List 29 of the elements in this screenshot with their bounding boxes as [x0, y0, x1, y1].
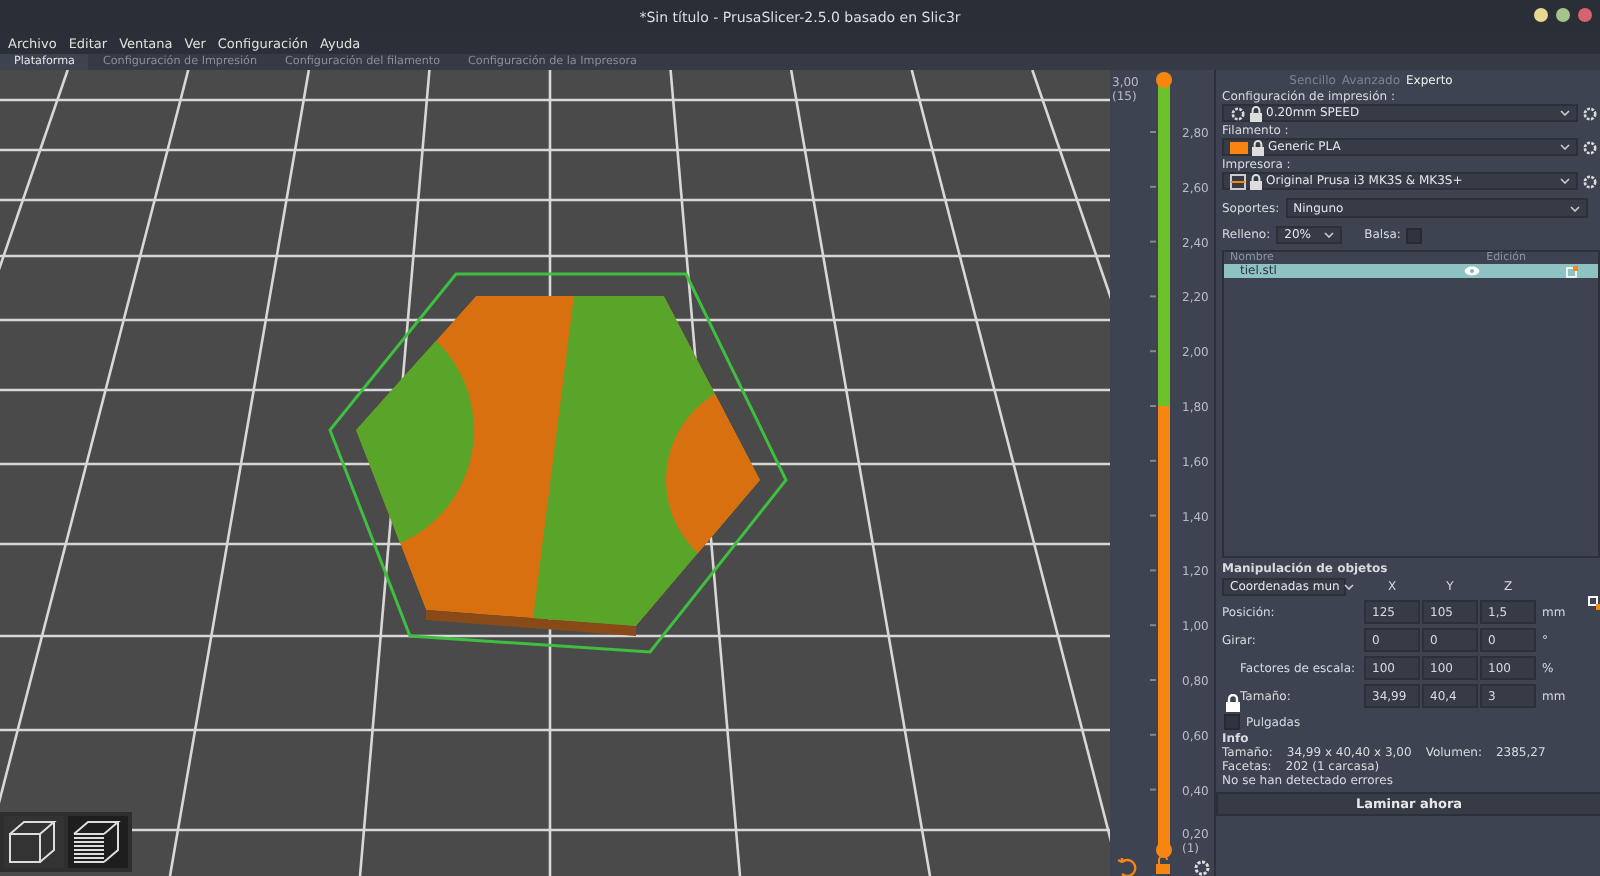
settings-icon[interactable]	[1582, 173, 1598, 189]
layers-view-icon[interactable]	[68, 816, 128, 868]
minimize-button[interactable]	[1534, 8, 1548, 22]
undo-icon[interactable]	[1116, 856, 1137, 876]
lock-icon[interactable]	[1226, 694, 1240, 712]
caret-icon	[1324, 232, 1335, 238]
printer-icon	[1230, 173, 1246, 189]
caret-icon	[1560, 144, 1570, 150]
brim-checkbox[interactable]	[1406, 227, 1423, 243]
caret-icon	[1560, 110, 1570, 116]
maximize-button[interactable]	[1556, 8, 1570, 22]
lower-slider-handle[interactable]	[1156, 842, 1172, 858]
settings-icon[interactable]	[1582, 105, 1598, 121]
lock-icon	[1252, 139, 1264, 155]
drop-to-bed-icon[interactable]	[1588, 596, 1600, 610]
inches-checkbox[interactable]	[1224, 714, 1240, 730]
lock-icon	[1250, 173, 1262, 189]
model-drawing[interactable]	[328, 272, 788, 654]
edit-icon[interactable]	[1566, 265, 1578, 277]
caret-icon	[1343, 584, 1354, 590]
lock-icon	[1250, 105, 1262, 121]
caret-icon	[1560, 178, 1570, 184]
upper-slider-handle[interactable]	[1156, 72, 1172, 88]
settings-icon[interactable]	[1194, 860, 1210, 876]
close-button[interactable]	[1578, 8, 1592, 22]
settings-icon	[1230, 105, 1246, 121]
3d-view-icon[interactable]	[4, 816, 64, 868]
caret-icon	[1569, 205, 1580, 211]
settings-icon[interactable]	[1582, 139, 1598, 155]
